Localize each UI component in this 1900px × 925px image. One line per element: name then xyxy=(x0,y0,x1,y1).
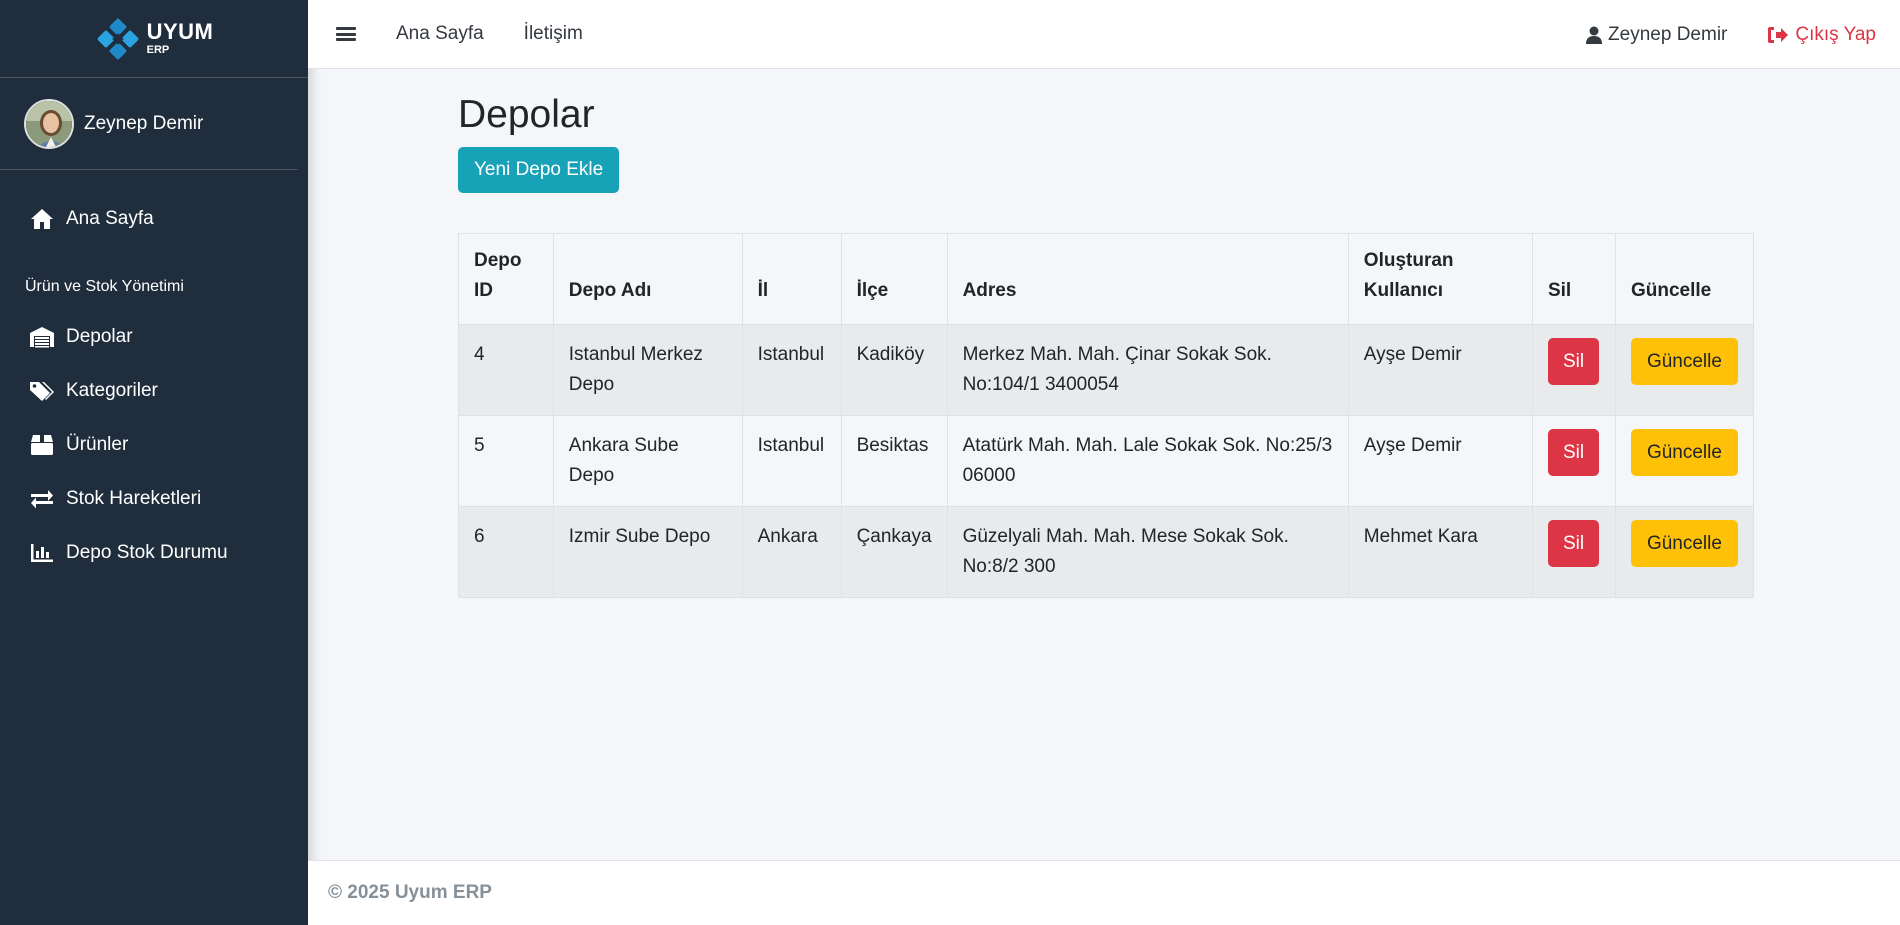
sidebar-item-home[interactable]: Ana Sayfa xyxy=(0,192,308,246)
sidebar-user-panel[interactable]: Zeynep Demir xyxy=(0,78,298,170)
navbar-user-name: Zeynep Demir xyxy=(1608,23,1728,45)
sidebar-item-stok-hareketleri[interactable]: Stok Hareketleri xyxy=(0,472,308,526)
cell-name: Izmir Sube Depo xyxy=(552,506,743,598)
brand-link[interactable]: UYUM ERP xyxy=(0,0,308,78)
brand-name: UYUM xyxy=(146,19,214,44)
cell-update: Güncelle xyxy=(1614,415,1755,507)
user-icon xyxy=(1586,26,1603,44)
cell-ilce: Kadiköy xyxy=(840,324,948,416)
warehouse-icon xyxy=(28,325,56,349)
table-row: 5 Ankara Sube Depo Istanbul Besiktas Ata… xyxy=(458,415,1755,507)
cell-ilce: Besiktas xyxy=(840,415,948,507)
column-header: Sil xyxy=(1531,233,1616,325)
column-header: Oluşturan Kullanıcı xyxy=(1347,233,1533,325)
table-header-row: Depo ID Depo Adı İl İlçe Adres Oluşturan… xyxy=(458,233,1755,325)
sidebar-item-label: Depolar xyxy=(66,326,133,347)
cell-id: 4 xyxy=(458,324,554,416)
cell-name: Ankara Sube Depo xyxy=(552,415,743,507)
logout-label: Çıkış Yap xyxy=(1795,23,1876,45)
cell-il: Istanbul xyxy=(741,415,842,507)
sidebar-user-name: Zeynep Demir xyxy=(84,112,204,134)
bar-chart-icon xyxy=(28,541,56,565)
sidebar-item-label: Ürünler xyxy=(66,434,129,455)
exchange-icon xyxy=(28,487,56,511)
avatar xyxy=(24,98,74,149)
update-button[interactable]: Güncelle xyxy=(1630,520,1738,567)
logout-link[interactable]: Çıkış Yap xyxy=(1767,24,1876,46)
sidebar-item-label: Depo Stok Durumu xyxy=(66,542,228,563)
column-header: Güncelle xyxy=(1614,233,1755,325)
sign-out-icon xyxy=(1768,26,1789,43)
cell-adres: Güzelyali Mah. Mah. Mese Sokak Sok. No:8… xyxy=(946,506,1349,598)
navbar-user[interactable]: Zeynep Demir xyxy=(1586,24,1727,46)
delete-button[interactable]: Sil xyxy=(1547,429,1600,476)
cell-il: Istanbul xyxy=(741,324,842,416)
column-header: Depo Adı xyxy=(552,233,743,325)
brand-logo-icon xyxy=(97,18,138,59)
table-row: 4 Istanbul Merkez Depo Istanbul Kadiköy … xyxy=(458,324,1755,416)
column-header: İl xyxy=(741,233,842,325)
cell-user: Mehmet Kara xyxy=(1347,506,1533,598)
sidebar-item-label: Ana Sayfa xyxy=(66,208,154,229)
cell-update: Güncelle xyxy=(1614,506,1755,598)
sidebar-item-depolar[interactable]: Depolar xyxy=(0,310,308,364)
sidebar-item-kategoriler[interactable]: Kategoriler xyxy=(0,364,308,418)
cell-adres: Merkez Mah. Mah. Çinar Sokak Sok. No:104… xyxy=(946,324,1349,416)
cell-il: Ankara xyxy=(741,506,842,598)
sidebar-item-label: Kategoriler xyxy=(66,380,158,401)
main-content: Depolar Yeni Depo Ekle Depo ID Depo Adı … xyxy=(458,69,1755,598)
sidebar-nav: Ana Sayfa Ürün ve Stok Yönetimi Depolar … xyxy=(0,192,308,580)
nav-link-home[interactable]: Ana Sayfa xyxy=(396,23,484,45)
cell-delete: Sil xyxy=(1531,324,1616,416)
cell-update: Güncelle xyxy=(1614,324,1755,416)
column-header: İlçe xyxy=(840,233,948,325)
column-header: Depo ID xyxy=(458,233,554,325)
delete-button[interactable]: Sil xyxy=(1547,520,1600,567)
update-button[interactable]: Güncelle xyxy=(1630,338,1738,385)
cell-delete: Sil xyxy=(1531,506,1616,598)
warehouses-table: Depo ID Depo Adı İl İlçe Adres Oluşturan… xyxy=(458,233,1755,598)
delete-button[interactable]: Sil xyxy=(1547,338,1600,385)
add-warehouse-button[interactable]: Yeni Depo Ekle xyxy=(458,147,620,193)
cell-ilce: Çankaya xyxy=(840,506,948,598)
menu-toggle-icon[interactable] xyxy=(336,24,356,44)
nav-link-contact[interactable]: İletişim xyxy=(524,23,583,45)
table-row: 6 Izmir Sube Depo Ankara Çankaya Güzelya… xyxy=(458,506,1755,598)
box-icon xyxy=(28,433,56,457)
cell-user: Ayşe Demir xyxy=(1347,324,1533,416)
footer-copyright: © 2025 Uyum ERP xyxy=(328,882,492,903)
tags-icon xyxy=(28,379,56,403)
cell-id: 5 xyxy=(458,415,554,507)
sidebar: UYUM ERP Zeynep Demir Ana Sayfa Ürün ve … xyxy=(0,0,308,925)
top-navbar: Ana Sayfa İletişim Zeynep Demir Çıkış Ya… xyxy=(308,0,1900,69)
sidebar-item-depo-stok-durumu[interactable]: Depo Stok Durumu xyxy=(0,526,308,580)
cell-user: Ayşe Demir xyxy=(1347,415,1533,507)
home-icon xyxy=(28,207,56,231)
sidebar-item-label: Stok Hareketleri xyxy=(66,488,202,509)
cell-name: Istanbul Merkez Depo xyxy=(552,324,743,416)
sidebar-section-header: Ürün ve Stok Yönetimi xyxy=(25,278,184,295)
update-button[interactable]: Güncelle xyxy=(1630,429,1738,476)
cell-adres: Atatürk Mah. Mah. Lale Sokak Sok. No:25/… xyxy=(946,415,1349,507)
column-header: Adres xyxy=(946,233,1349,325)
page-footer: © 2025 Uyum ERP xyxy=(308,860,1900,925)
cell-delete: Sil xyxy=(1531,415,1616,507)
brand-sub: ERP xyxy=(146,44,170,56)
sidebar-item-urunler[interactable]: Ürünler xyxy=(0,418,308,472)
cell-id: 6 xyxy=(458,506,554,598)
page-title: Depolar xyxy=(458,93,595,136)
